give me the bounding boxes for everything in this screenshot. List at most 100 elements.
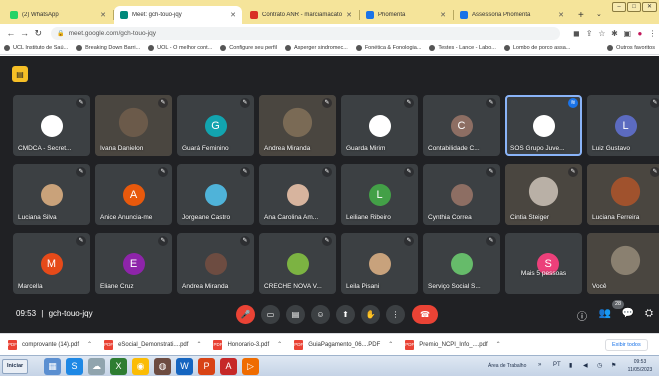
forward-icon[interactable]: →	[18, 28, 32, 38]
volume-icon[interactable]: ◀	[583, 362, 588, 369]
extensions-icon[interactable]: ✱	[608, 29, 621, 38]
browser-tab[interactable]: Phomenta ✕	[360, 6, 452, 24]
participant-tile[interactable]: ✎ Ivana Danielon	[95, 95, 172, 156]
close-tab-icon[interactable]: ✕	[100, 11, 106, 19]
captions-icon[interactable]: ▤	[286, 305, 305, 324]
clock-tray-icon[interactable]: ◷	[597, 362, 602, 369]
participant-tile[interactable]: ✎ Cynthia Correa	[423, 164, 500, 225]
activities-icon[interactable]: ⛭	[642, 308, 656, 319]
present-icon[interactable]: ⬆	[336, 305, 355, 324]
chevron-up-icon[interactable]: ⌃	[388, 341, 393, 348]
close-tab-icon[interactable]: ✕	[440, 11, 446, 19]
more-options-icon[interactable]: ⋮	[386, 305, 405, 324]
minimize-button[interactable]: –	[612, 2, 626, 12]
bookmark-item[interactable]: Asperger sindromec...	[285, 45, 348, 51]
app-icon[interactable]: ◍	[154, 358, 171, 375]
participant-tile[interactable]: ✎ Guarda Mirim	[341, 95, 418, 156]
info-icon[interactable]: ⓘ	[575, 308, 589, 323]
bookmark-item[interactable]: UOL - O melhor cont...	[148, 45, 212, 51]
bookmark-item[interactable]: Testes - Lance - Labo...	[429, 45, 496, 51]
language-indicator[interactable]: PT	[553, 362, 561, 368]
network-icon[interactable]: ▮	[569, 362, 572, 369]
participant-tile[interactable]: E ✎ Eliane Cruz	[95, 233, 172, 294]
participant-tile[interactable]: ✎ Andrea Miranda	[259, 95, 336, 156]
participant-tile[interactable]: ✎ Andrea Miranda	[177, 233, 254, 294]
mic-off-icon[interactable]: 🎤	[236, 305, 255, 324]
participant-tile[interactable]: ✎ Cintia Steiger	[505, 164, 582, 225]
browser-tab[interactable]: (2) WhatsApp ✕	[4, 6, 112, 24]
tab-list-chevron-icon[interactable]: ⌄	[596, 10, 602, 18]
participant-tile[interactable]: ✎ Serviço Social S...	[423, 233, 500, 294]
participant-tile[interactable]: ✎ Jorgeane Castro	[177, 164, 254, 225]
bookmark-item[interactable]: Configure seu perfil	[220, 45, 277, 51]
file-explorer-icon[interactable]: ▦	[44, 358, 61, 375]
download-item[interactable]: PDF comprovante (14).pdf ⌃	[8, 339, 92, 350]
start-button[interactable]: Iniciar	[2, 359, 29, 374]
maximize-button[interactable]: □	[627, 2, 641, 12]
acrobat-icon[interactable]: A	[220, 358, 237, 375]
reload-icon[interactable]: ↻	[31, 28, 45, 39]
chat-icon[interactable]: 💬	[621, 308, 635, 319]
share-icon[interactable]: ⇪	[583, 29, 596, 38]
participant-tile[interactable]: A ✎ Anice Anuncia-me	[95, 164, 172, 225]
bookmark-item[interactable]: Breaking Down Barri...	[76, 45, 140, 51]
raise-hand-icon[interactable]: ✋	[361, 305, 380, 324]
chevron-up-icon[interactable]: ⌃	[196, 341, 201, 348]
menu-icon[interactable]: ⋮	[646, 29, 659, 38]
participant-tile[interactable]: L ✎ Luiz Gustavo	[587, 95, 659, 156]
download-item[interactable]: PDF GuiaPagamento_06....PDF ⌃	[294, 339, 393, 350]
camera-icon[interactable]: ▭	[261, 305, 280, 324]
chevron-up-icon[interactable]: ⌃	[496, 341, 501, 348]
media-player-icon[interactable]: ▷	[242, 358, 259, 375]
participant-tile[interactable]: ✎ Luciana Silva	[13, 164, 90, 225]
browser-tab[interactable]: Assessoria Phomenta ✕	[454, 6, 570, 24]
meeting-info-icon[interactable]: ▤	[12, 66, 28, 82]
close-window-button[interactable]: ✕	[642, 2, 657, 12]
bookmark-item[interactable]: Lombo de porco assa...	[503, 45, 570, 51]
desktop-toolbar-label[interactable]: Área de Trabalho	[488, 363, 526, 369]
participant-tile[interactable]: L ✎ Leiliane Ribeiro	[341, 164, 418, 225]
browser-tab[interactable]: Contrato ANR - marciamacato ✕	[244, 6, 358, 24]
tray-arrow-icon[interactable]: »	[538, 362, 541, 368]
chevron-up-icon[interactable]: ⌃	[87, 341, 92, 348]
skype-icon[interactable]: S	[66, 358, 83, 375]
emoji-icon[interactable]: ☺	[311, 305, 330, 324]
participant-tile[interactable]: ✎ CRECHE NOVA V...	[259, 233, 336, 294]
participant-tile[interactable]: ≋ SOS Grupo Juve...	[505, 95, 582, 156]
participant-tile[interactable]: ✎ Luciana Ferreira	[587, 164, 659, 225]
close-tab-icon[interactable]: ✕	[558, 11, 564, 19]
word-icon[interactable]: W	[176, 358, 193, 375]
download-item[interactable]: PDF Honorario-3.pdf ⌃	[213, 339, 282, 350]
powerpoint-icon[interactable]: P	[198, 358, 215, 375]
bookmark-item[interactable]: Outros favoritos	[607, 45, 655, 51]
system-clock[interactable]: 09:53 11/05/2023	[624, 358, 656, 374]
url-field[interactable]: 🔒 meet.google.com/gch-touo-jqy	[51, 26, 560, 40]
end-call-icon[interactable]: ☎	[412, 305, 438, 324]
participant-tile[interactable]: ✎ CMDCA - Secret...	[13, 95, 90, 156]
profile-icon[interactable]: ●	[634, 29, 647, 38]
flag-icon[interactable]: ⚑	[611, 362, 616, 369]
participant-tile[interactable]: ✎ Leila Pisani	[341, 233, 418, 294]
participant-tile[interactable]: ✎ Ana Carolina Am...	[259, 164, 336, 225]
participant-tile[interactable]: M ✎ Marcella	[13, 233, 90, 294]
camera-indicator-icon[interactable]: ◼	[570, 29, 583, 38]
participant-tile[interactable]: G ✎ Guará Feminino	[177, 95, 254, 156]
sidebar-icon[interactable]: ▣	[621, 29, 634, 38]
participant-tile[interactable]: C ✎ Contabilidade C...	[423, 95, 500, 156]
participant-tile[interactable]: Você	[587, 233, 659, 294]
download-item[interactable]: PDF eSocial_Demonstrati....pdf ⌃	[104, 339, 201, 350]
participant-tile[interactable]: S Mais 5 pessoas	[505, 233, 582, 294]
back-icon[interactable]: ←	[4, 28, 18, 38]
cloud-icon[interactable]: ☁	[88, 358, 105, 375]
bookmark-star-icon[interactable]: ☆	[595, 29, 608, 38]
excel-icon[interactable]: X	[110, 358, 127, 375]
show-all-downloads-button[interactable]: Exibir todos	[605, 339, 648, 351]
download-item[interactable]: PDF Premio_NCPI_Info_....pdf ⌃	[405, 339, 501, 350]
close-tab-icon[interactable]: ✕	[230, 11, 236, 19]
chevron-up-icon[interactable]: ⌃	[277, 341, 282, 348]
close-tab-icon[interactable]: ✕	[346, 11, 352, 19]
new-tab-button[interactable]: +	[572, 6, 590, 24]
chrome-icon[interactable]: ◉	[132, 358, 149, 375]
browser-tab[interactable]: Meet: gch-touo-jqy ✕	[114, 6, 242, 24]
bookmark-item[interactable]: Fonética & Fonologia...	[355, 45, 421, 51]
